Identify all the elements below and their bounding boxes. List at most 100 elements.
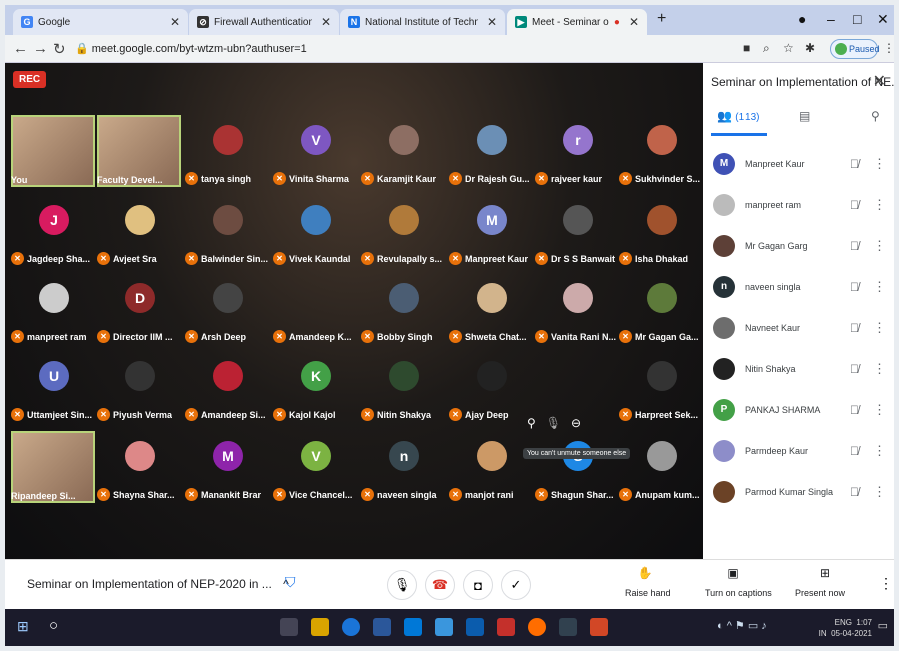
close-tab-icon[interactable]: ✕ bbox=[487, 15, 497, 29]
participant-tile[interactable]: V ✕ Vinita Sharma bbox=[273, 113, 359, 191]
participant-tile[interactable]: ✕ Nitin Shakya bbox=[361, 349, 447, 427]
extensions-icon[interactable]: ✱ bbox=[805, 41, 815, 55]
more-options-icon[interactable]: ⋮ bbox=[873, 279, 886, 295]
url-field[interactable]: 🔒 meet.google.com/byt-wtzm-ubn?authuser=… bbox=[75, 39, 635, 59]
participant-tile[interactable]: ✕ Anupam kum... bbox=[619, 429, 705, 507]
participant-tile[interactable]: Ripandeep Si... bbox=[11, 429, 97, 507]
participant-tile[interactable]: ✕ Amandeep Si... bbox=[185, 349, 271, 427]
more-options-icon[interactable]: ⋮ bbox=[873, 238, 886, 254]
participant-tile[interactable]: ✕ manjot rani bbox=[449, 429, 535, 507]
close-icon[interactable]: ✕ bbox=[873, 71, 886, 91]
more-options-icon[interactable]: ⋮ bbox=[873, 361, 886, 377]
close-tab-icon[interactable]: ✕ bbox=[629, 15, 639, 29]
file-explorer-icon[interactable] bbox=[311, 618, 329, 636]
leave-call-button[interactable]: ☎ bbox=[425, 570, 455, 600]
more-options-icon[interactable]: ⋮ bbox=[873, 197, 886, 213]
menu-icon[interactable]: ⋮ bbox=[883, 41, 894, 55]
edge-icon[interactable] bbox=[342, 618, 360, 636]
forward-icon[interactable]: → bbox=[33, 40, 48, 57]
more-options-icon[interactable]: ⋮ bbox=[879, 575, 893, 592]
chrome-icon[interactable] bbox=[528, 618, 546, 636]
participant-tile[interactable]: ✕ Arsh Deep bbox=[185, 271, 271, 349]
participant-tile[interactable]: ✕ Vivek Kaundal bbox=[273, 193, 359, 271]
camera-icon[interactable]: ■ bbox=[743, 41, 750, 55]
tab-activities[interactable]: ⚲ bbox=[871, 109, 880, 123]
mic-off-icon[interactable]: 🎙̸ bbox=[850, 321, 859, 335]
zoom-icon[interactable]: ⌕ bbox=[763, 41, 770, 56]
list-item[interactable]: manpreet ram 🎙̸ ⋮ bbox=[703, 184, 894, 225]
participant-tile[interactable]: ✕ Mr Gagan Ga... bbox=[619, 271, 705, 349]
clock[interactable]: ENG 1:07 IN 05-04-2021 bbox=[819, 617, 872, 639]
participant-tile[interactable]: ✕ Sukhvinder S... bbox=[619, 113, 705, 191]
tab-chat[interactable]: ▤ bbox=[799, 109, 810, 123]
list-item[interactable]: n naveen singla 🎙̸ ⋮ bbox=[703, 266, 894, 307]
participant-tile[interactable]: K ✕ Kajol Kajol bbox=[273, 349, 359, 427]
camera-button[interactable]: ◘ bbox=[463, 570, 493, 600]
participant-tile[interactable]: ✕ Piyush Verma bbox=[97, 349, 183, 427]
mic-off-icon[interactable]: 🎙̸ bbox=[850, 198, 859, 212]
participant-tile[interactable]: n ✕ naveen singla bbox=[361, 429, 447, 507]
remove-icon[interactable]: ⊖ bbox=[571, 416, 581, 430]
participant-tile[interactable]: ✕ Revulapally s... bbox=[361, 193, 447, 271]
participant-tile[interactable]: U ✕ Uttamjeet Sin... bbox=[11, 349, 97, 427]
more-options-icon[interactable]: ⋮ bbox=[873, 402, 886, 418]
list-item[interactable]: Nitin Shakya 🎙̸ ⋮ bbox=[703, 348, 894, 389]
mic-off-icon[interactable]: 🎙 bbox=[546, 416, 561, 430]
notifications-icon[interactable]: ▭ bbox=[878, 619, 888, 632]
more-options-icon[interactable]: ⋮ bbox=[873, 443, 886, 459]
participant-tile[interactable]: ✕ Karamjit Kaur bbox=[361, 113, 447, 191]
mic-off-icon[interactable]: 🎙̸ bbox=[850, 362, 859, 376]
minimize-button[interactable]: – bbox=[827, 11, 835, 27]
participant-tile[interactable]: ✕ Dr Rajesh Gu... bbox=[449, 113, 535, 191]
participant-tile[interactable]: S✕Shagun Shar... bbox=[535, 429, 621, 507]
more-options-icon[interactable]: ⋮ bbox=[873, 156, 886, 172]
new-tab-button[interactable]: + bbox=[657, 10, 666, 28]
close-window-button[interactable]: ✕ bbox=[877, 11, 889, 28]
mic-off-icon[interactable]: 🎙̸ bbox=[850, 403, 859, 417]
mic-off-icon[interactable]: 🎙̸ bbox=[850, 239, 859, 253]
list-item[interactable]: Parmod Kumar Singla 🎙̸ ⋮ bbox=[703, 471, 894, 512]
participant-tile[interactable]: ✕ Ajay Deep bbox=[449, 349, 535, 427]
tab-meet[interactable]: ▶ Meet - Seminar on Impleme ● ✕ bbox=[507, 9, 647, 35]
participant-tile[interactable]: M ✕ Manpreet Kaur bbox=[449, 193, 535, 271]
mic-off-icon[interactable]: 🎙̸ bbox=[850, 444, 859, 458]
participant-tile[interactable]: r ✕ rajveer kaur bbox=[535, 113, 621, 191]
app-icon[interactable] bbox=[497, 618, 515, 636]
app-icon[interactable] bbox=[559, 618, 577, 636]
mail-icon[interactable] bbox=[466, 618, 484, 636]
participant-tile[interactable]: ✕ Harpreet Sek... bbox=[619, 349, 705, 427]
profile-paused-button[interactable]: Paused bbox=[830, 39, 880, 59]
mic-off-icon[interactable]: 🎙̸ bbox=[850, 280, 859, 294]
close-tab-icon[interactable]: ✕ bbox=[170, 15, 180, 29]
profile-icon[interactable]: ● bbox=[798, 11, 806, 27]
close-tab-icon[interactable]: ✕ bbox=[321, 15, 331, 29]
participant-tile[interactable]: ✕ Vanita Rani N... bbox=[535, 271, 621, 349]
participant-tile[interactable]: ✕ Amandeep K... bbox=[273, 271, 359, 349]
participant-tile[interactable]: D ✕ Director IIM ... bbox=[97, 271, 183, 349]
participant-tile[interactable]: V ✕ Vice Chancel... bbox=[273, 429, 359, 507]
participant-tile[interactable]: ✕ Shweta Chat... bbox=[449, 271, 535, 349]
task-view-icon[interactable] bbox=[280, 618, 298, 636]
mic-off-icon[interactable]: 🎙̸ bbox=[850, 157, 859, 171]
list-item[interactable]: Parmdeep Kaur 🎙̸ ⋮ bbox=[703, 430, 894, 471]
maximize-button[interactable]: □ bbox=[853, 11, 861, 27]
participant-tile[interactable]: ✕ manpreet ram bbox=[11, 271, 97, 349]
tab-people[interactable]: 👥 (1 13) bbox=[717, 109, 759, 123]
powerpoint-icon[interactable] bbox=[590, 618, 608, 636]
list-item[interactable]: P PANKAJ SHARMA 🎙̸ ⋮ bbox=[703, 389, 894, 430]
tab-google[interactable]: G Google ✕ bbox=[13, 9, 188, 35]
more-options-icon[interactable]: ⋮ bbox=[873, 320, 886, 336]
participant-tile[interactable]: M ✕ Manankit Brar bbox=[185, 429, 271, 507]
mic-button[interactable]: 🎙 bbox=[387, 570, 417, 600]
store-icon[interactable] bbox=[404, 618, 422, 636]
participant-tile[interactable]: ✕ Avjeet Sra bbox=[97, 193, 183, 271]
star-icon[interactable]: ☆ bbox=[783, 41, 794, 55]
participant-tile[interactable]: Faculty Devel... bbox=[97, 113, 183, 191]
reload-icon[interactable]: ↻ bbox=[53, 40, 66, 58]
participant-tile[interactable]: You bbox=[11, 113, 97, 191]
participant-tile[interactable]: ✕ Bobby Singh bbox=[361, 271, 447, 349]
participant-tile[interactable]: ✕ Shayna Shar... bbox=[97, 429, 183, 507]
meeting-details[interactable]: Seminar on Implementation of NEP-2020 in… bbox=[27, 577, 289, 591]
pin-icon[interactable]: ⚲ bbox=[527, 416, 536, 430]
list-item[interactable]: M Manpreet Kaur 🎙̸ ⋮ bbox=[703, 143, 894, 184]
